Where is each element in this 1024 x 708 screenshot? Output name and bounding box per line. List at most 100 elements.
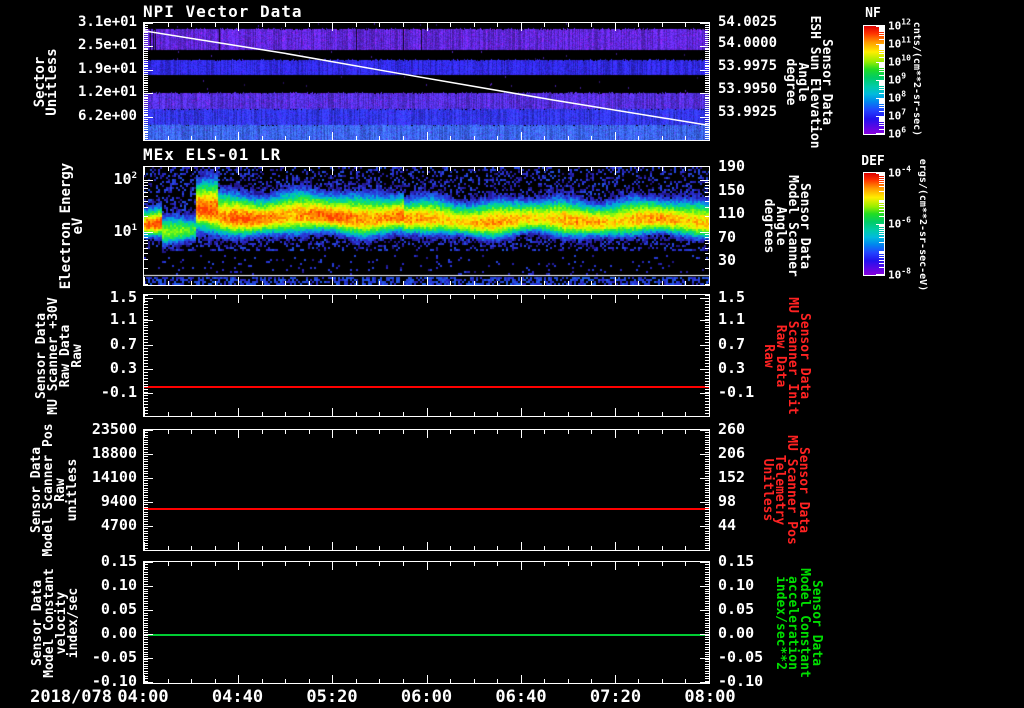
colorbar-minor-tick xyxy=(879,120,884,121)
y-tick-mark xyxy=(144,516,148,517)
y-tick-mark-major xyxy=(144,658,153,659)
y-tick-mark-major xyxy=(700,298,709,299)
x-tick-mark xyxy=(450,295,451,299)
y-tick-mark xyxy=(144,240,148,241)
x-tick-mark xyxy=(356,430,357,434)
y-tick-mark xyxy=(705,468,709,469)
x-tick-mark xyxy=(638,412,639,416)
x-tick-mark xyxy=(215,23,216,27)
y-tick-mark xyxy=(705,545,709,546)
y-tick-mark xyxy=(705,132,709,133)
y-tick-mark-major xyxy=(144,586,153,587)
y-tick-mark xyxy=(705,476,709,477)
x-tick-mark xyxy=(544,295,545,299)
y-tick-mark xyxy=(705,416,709,417)
y-tick-mark xyxy=(705,351,709,352)
y-tick-mark-major xyxy=(700,345,709,346)
y-tick-mark xyxy=(144,579,148,580)
x-tick-mark xyxy=(427,295,428,303)
y-tick-label-left: 2.5e+01 xyxy=(77,37,137,53)
x-tick-mark xyxy=(638,546,639,550)
colorbar-minor-tick xyxy=(879,82,884,83)
y-tick-mark xyxy=(705,102,709,103)
y-tick-label-right: -0.05 xyxy=(718,648,764,666)
colorbar-minor-tick xyxy=(879,85,884,86)
colorbar-minor-tick xyxy=(879,33,884,34)
x-tick-mark xyxy=(568,430,569,434)
y-tick-mark xyxy=(144,627,148,628)
y-tick-mark xyxy=(705,129,709,130)
x-tick-mark xyxy=(238,408,239,416)
y-tick-mark xyxy=(705,483,709,484)
y-tick-mark xyxy=(705,524,709,525)
x-tick-mark xyxy=(474,546,475,550)
y-tick-label-right: 44 xyxy=(718,516,737,534)
colorbar-minor-tick xyxy=(879,107,884,108)
y-tick-mark-major xyxy=(144,526,153,527)
model-constant-velocity-line xyxy=(144,634,709,636)
x-tick-mark xyxy=(638,136,639,140)
x-tick-mark xyxy=(168,23,169,27)
y-tick-mark xyxy=(705,243,709,244)
y-tick-mark xyxy=(705,449,709,450)
x-tick-mark xyxy=(379,430,380,434)
colorbar-minor-tick xyxy=(879,212,884,213)
y-tick-mark xyxy=(144,531,148,532)
x-tick-mark xyxy=(379,562,380,566)
colorbar-tick-label: 10-6 xyxy=(888,215,911,231)
colorbar-minor-tick xyxy=(879,83,884,84)
y-tick-mark xyxy=(144,548,148,549)
x-tick-mark xyxy=(638,23,639,27)
y-tick-mark xyxy=(705,550,709,551)
y-tick-mark xyxy=(144,98,148,99)
y-tick-mark-major xyxy=(700,180,709,181)
y-tick-mark-major xyxy=(144,70,153,71)
y-tick-mark xyxy=(144,72,148,73)
colorbar-minor-tick xyxy=(879,45,884,46)
y-tick-mark xyxy=(144,567,148,568)
x-tick-mark xyxy=(568,546,569,550)
x-tick-mark xyxy=(403,167,404,171)
y-tick-mark xyxy=(144,36,148,37)
y-tick-mark xyxy=(144,514,148,515)
x-tick-mark xyxy=(685,546,686,550)
y-tick-mark xyxy=(705,620,709,621)
y-tick-mark xyxy=(705,664,709,665)
y-tick-mark xyxy=(144,435,148,436)
x-tick-mark xyxy=(615,295,616,303)
y-tick-label-left: 1.2e+01 xyxy=(77,84,137,100)
x-tick-mark xyxy=(521,23,522,31)
y-tick-mark xyxy=(144,569,148,570)
y-tick-mark xyxy=(144,322,148,323)
x-tick-mark xyxy=(191,546,192,550)
y-tick-mark xyxy=(705,36,709,37)
y-tick-mark xyxy=(144,29,148,30)
x-tick-mark xyxy=(685,430,686,434)
y-tick-mark xyxy=(705,354,709,355)
y-tick-mark xyxy=(144,413,148,414)
colorbar-minor-tick xyxy=(879,225,884,226)
x-tick-mark xyxy=(638,430,639,434)
colorbar-minor-tick xyxy=(879,251,884,252)
x-tick-mark xyxy=(685,679,686,683)
x-tick-mark xyxy=(450,562,451,566)
x-tick-mark xyxy=(568,412,569,416)
x-tick-mark xyxy=(615,562,616,570)
y-tick-mark xyxy=(144,295,148,296)
x-tick-mark xyxy=(662,430,663,434)
y-tick-mark xyxy=(705,138,709,139)
y-tick-mark xyxy=(144,185,148,186)
y-tick-mark-major xyxy=(700,232,709,233)
x-tick-mark xyxy=(309,136,310,140)
y-tick-mark xyxy=(144,661,148,662)
y-tick-label-right: 0.00 xyxy=(718,624,755,642)
y-tick-mark xyxy=(705,407,709,408)
y-tick-mark xyxy=(705,375,709,376)
y-tick-mark xyxy=(144,102,148,103)
panel-npi-plot-area xyxy=(143,22,710,141)
y-tick-mark xyxy=(705,304,709,305)
y-tick-mark xyxy=(705,471,709,472)
x-tick-mark xyxy=(285,281,286,285)
y-tick-mark xyxy=(144,509,148,510)
y-tick-mark xyxy=(705,637,709,638)
